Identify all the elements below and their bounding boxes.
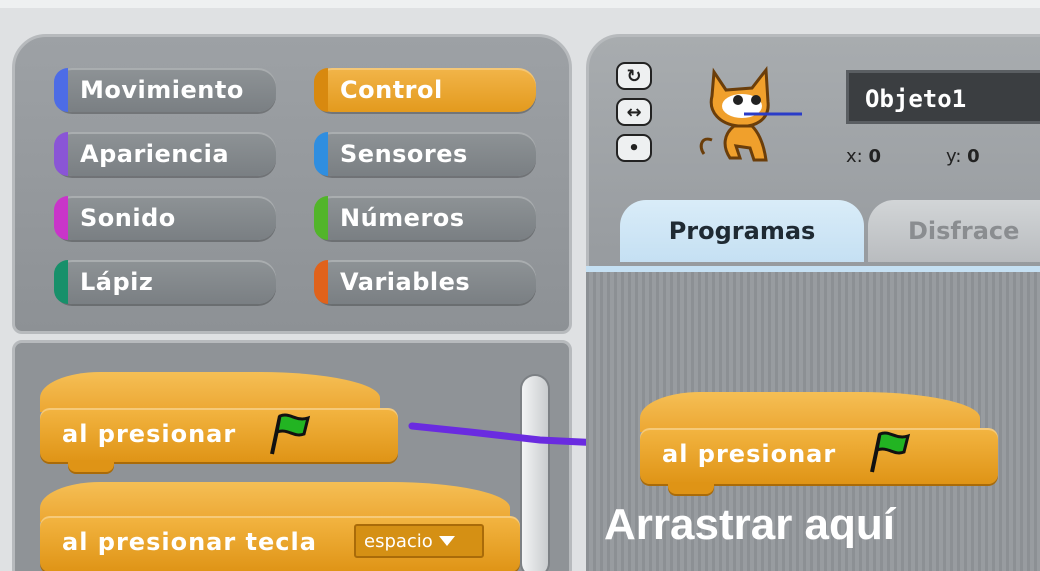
left-right-flip-icon[interactable]: ↔	[616, 98, 652, 126]
tab-label: Programas	[668, 217, 816, 245]
block-label: al presionar	[662, 440, 837, 468]
x-value: 0	[868, 146, 881, 167]
sprite-y-coordinate: y: 0	[946, 146, 980, 167]
tab-costumes[interactable]: Disfrace	[868, 200, 1040, 262]
rotate-icon[interactable]: ↻	[616, 62, 652, 90]
y-label: y:	[946, 146, 962, 167]
cat-sprite-thumbnail[interactable]	[694, 62, 804, 170]
drag-here-hint: Arrastrar aquí	[604, 500, 896, 549]
green-flag-icon	[870, 431, 911, 473]
tab-programs[interactable]: Programas	[620, 200, 864, 262]
no-rotate-icon[interactable]: •	[616, 134, 652, 162]
block-hat	[640, 392, 980, 432]
script-when-flag-clicked-block[interactable]: al presionar	[640, 392, 998, 494]
sprite-x-coordinate: x: 0	[846, 146, 881, 167]
y-value: 0	[967, 146, 980, 167]
block-tab	[668, 482, 714, 494]
sprite-name-field[interactable]: Objeto1	[846, 70, 1040, 124]
tab-label: Disfrace	[908, 217, 1020, 245]
x-label: x:	[846, 146, 863, 167]
